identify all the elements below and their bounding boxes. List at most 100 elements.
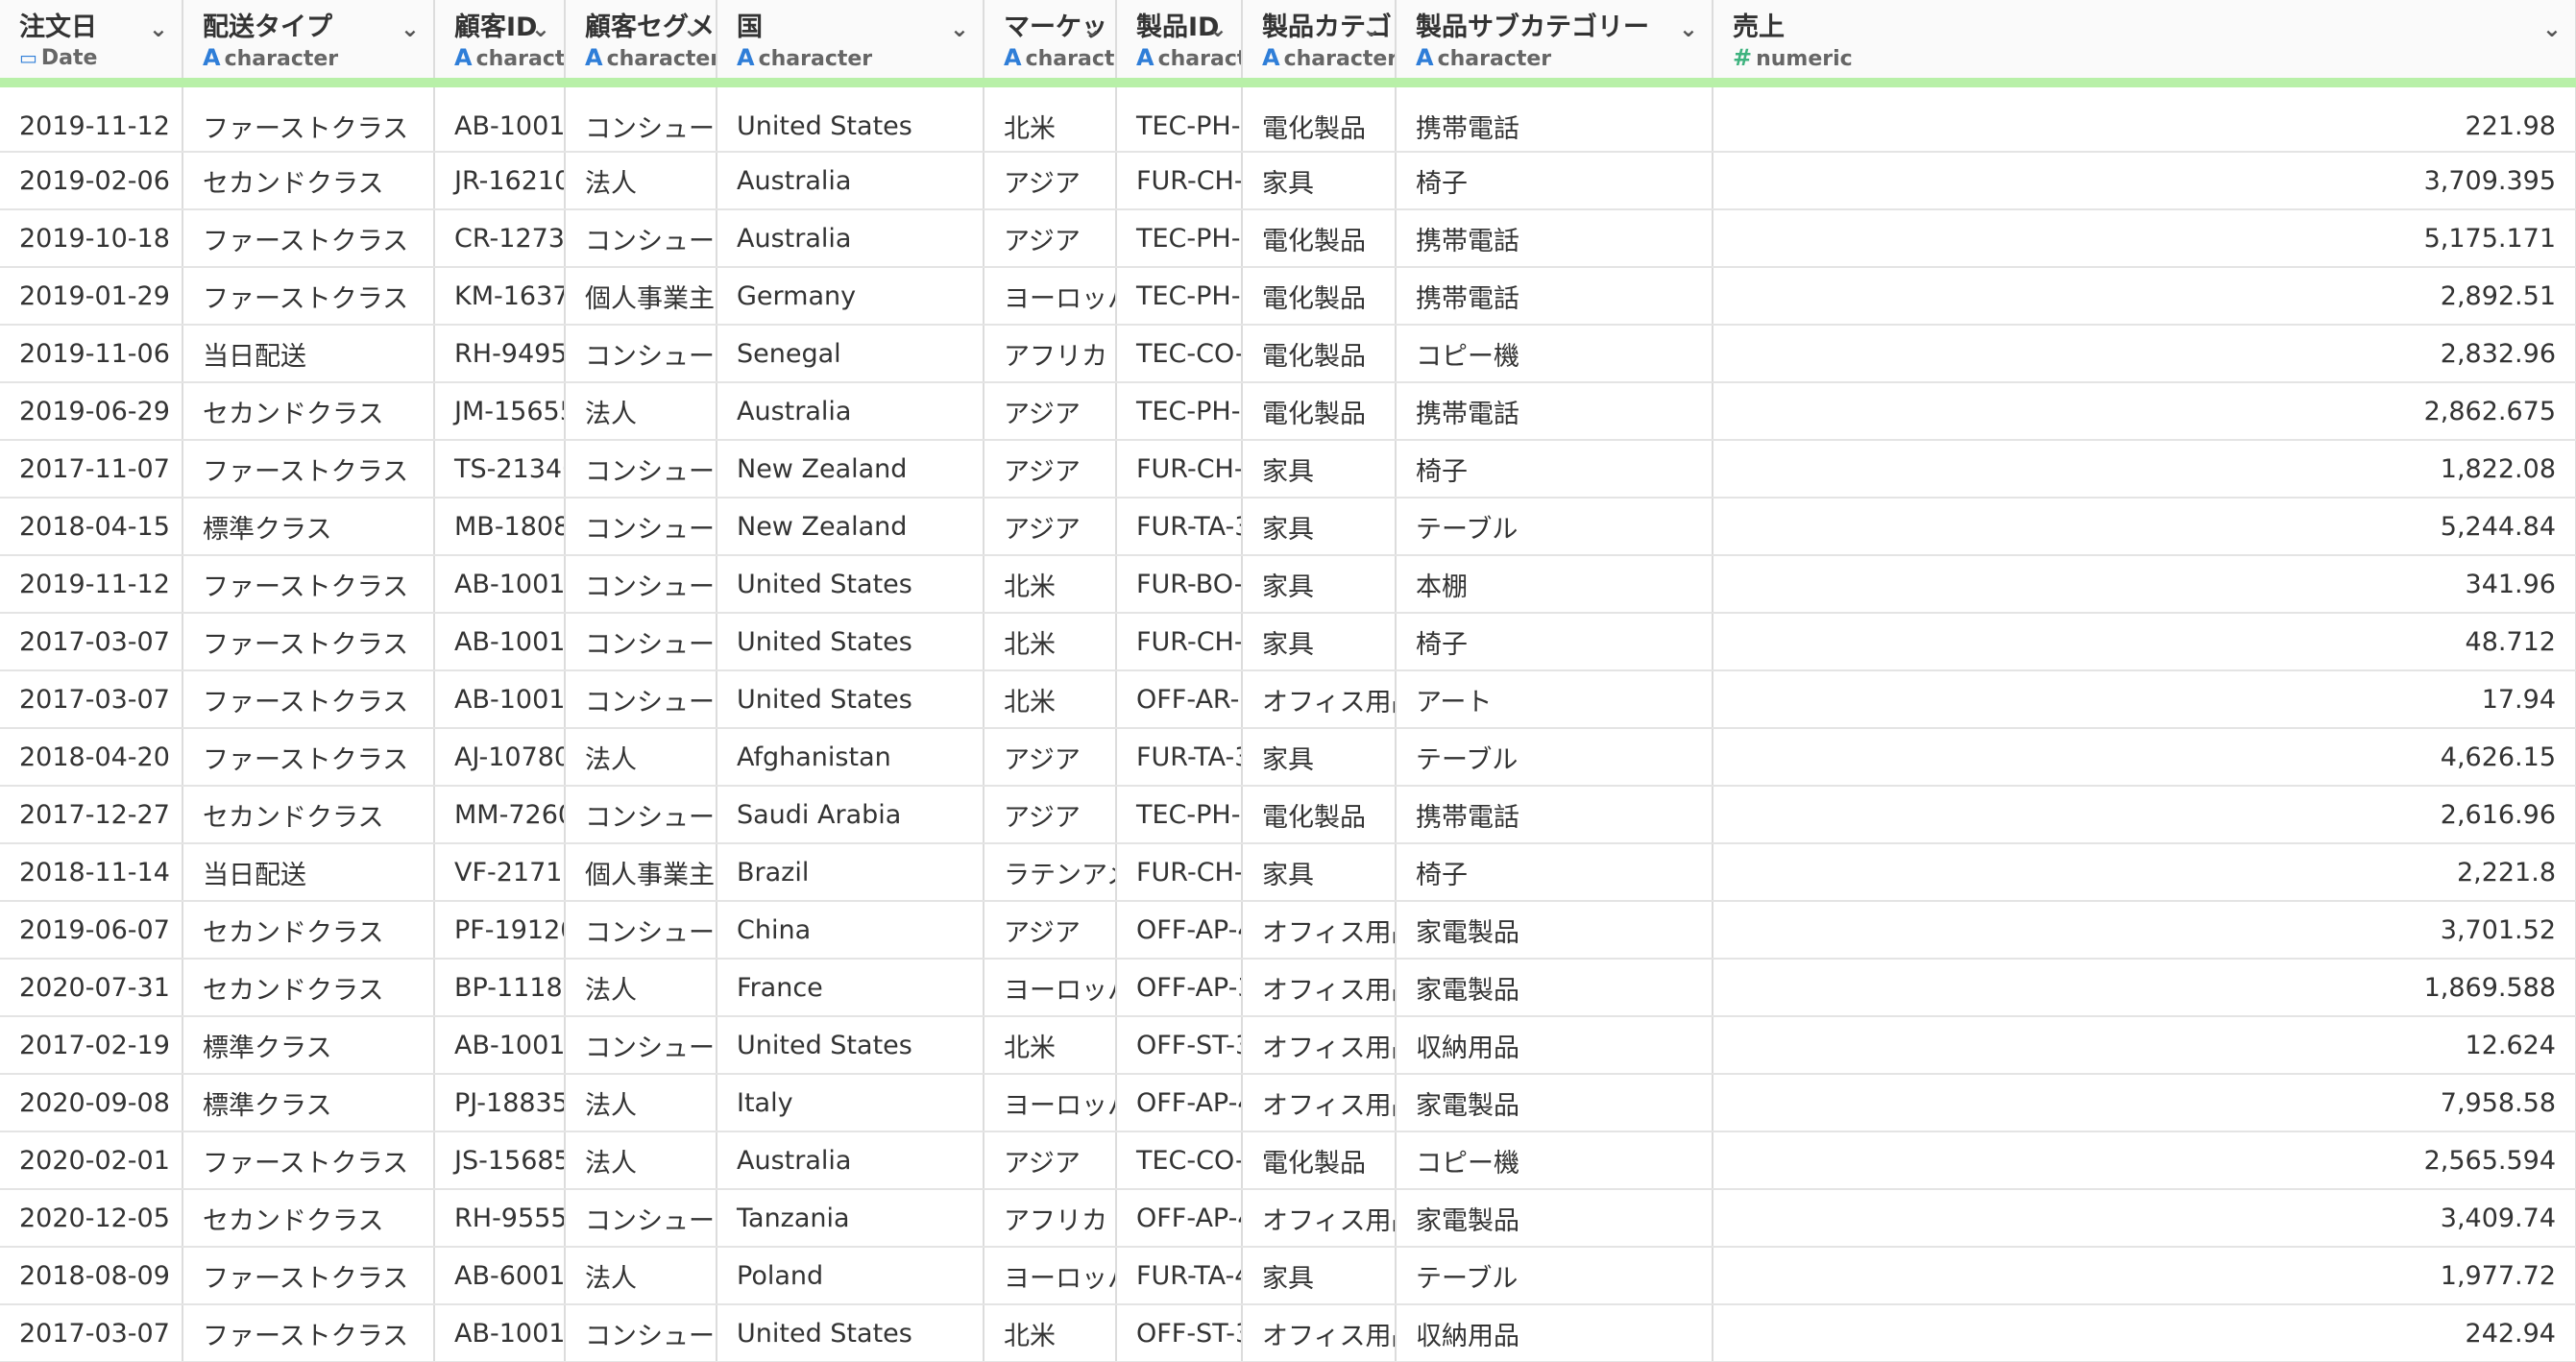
table-cell[interactable]: コンシューマー bbox=[565, 901, 717, 960]
table-cell[interactable]: 北米 bbox=[984, 613, 1117, 671]
table-row[interactable]: 2018-11-14当日配送VF-2171518個人事業主Brazilラテンアメ… bbox=[0, 843, 2576, 902]
table-cell[interactable]: AB-100151404 bbox=[434, 613, 566, 671]
table-cell[interactable]: OFF-AP-4743 bbox=[1116, 1074, 1243, 1132]
table-cell[interactable]: 家電製品 bbox=[1396, 959, 1713, 1017]
table-cell[interactable]: 2019-02-06 bbox=[0, 152, 183, 210]
table-cell[interactable]: China bbox=[717, 901, 984, 960]
chevron-down-icon[interactable]: ⌄ bbox=[1679, 15, 1698, 42]
table-cell[interactable]: FUR-CH-4530 bbox=[1116, 843, 1243, 902]
table-cell[interactable]: 電化製品 bbox=[1242, 325, 1397, 383]
table-cell[interactable]: 法人 bbox=[565, 1247, 717, 1305]
table-row[interactable]: 2019-11-06当日配送RH-9495111コンシューマーSenegalアフ… bbox=[0, 325, 2576, 383]
table-cell[interactable]: 電化製品 bbox=[1242, 1131, 1397, 1190]
table-cell[interactable]: ファーストクラス bbox=[182, 555, 435, 614]
table-cell[interactable]: 椅子 bbox=[1396, 440, 1713, 499]
column-header[interactable]: 顧客ID⌄Acharacter bbox=[434, 0, 566, 87]
table-cell[interactable]: 341.96 bbox=[1713, 555, 2576, 614]
table-cell[interactable]: 法人 bbox=[565, 1131, 717, 1190]
table-cell[interactable]: RH-9495111 bbox=[434, 325, 566, 383]
table-row[interactable]: 2019-11-12ファーストクラスAB-100151402コンシューマーUni… bbox=[0, 83, 2576, 153]
table-cell[interactable]: 椅子 bbox=[1396, 843, 1713, 902]
table-cell[interactable]: France bbox=[717, 959, 984, 1017]
table-cell[interactable]: 4,626.15 bbox=[1713, 728, 2576, 787]
column-header[interactable]: 製品カテゴリー⌄Acharacter bbox=[1242, 0, 1397, 87]
table-cell[interactable]: 2017-03-07 bbox=[0, 613, 183, 671]
table-cell[interactable]: アジア bbox=[984, 440, 1117, 499]
table-cell[interactable]: 48.712 bbox=[1713, 613, 2576, 671]
table-cell[interactable]: アジア bbox=[984, 1131, 1117, 1190]
table-cell[interactable]: 1,869.588 bbox=[1713, 959, 2576, 1017]
table-cell[interactable]: アジア bbox=[984, 786, 1117, 844]
table-cell[interactable]: 2018-08-09 bbox=[0, 1247, 183, 1305]
table-cell[interactable]: 2,832.96 bbox=[1713, 325, 2576, 383]
chevron-down-icon[interactable]: ⌄ bbox=[149, 15, 168, 42]
table-cell[interactable]: TEC-CO-3597 bbox=[1116, 1131, 1243, 1190]
table-cell[interactable]: ファーストクラス bbox=[182, 728, 435, 787]
table-cell[interactable]: United States bbox=[717, 670, 984, 729]
table-cell[interactable]: TEC-PH-5267 bbox=[1116, 267, 1243, 326]
table-cell[interactable]: 17.94 bbox=[1713, 670, 2576, 729]
table-cell[interactable]: 221.98 bbox=[1713, 83, 2576, 153]
table-row[interactable]: 2019-02-06セカンドクラスJR-162107法人Australiaアジア… bbox=[0, 152, 2576, 210]
table-cell[interactable]: ヨーロッパ bbox=[984, 959, 1117, 1017]
chevron-down-icon[interactable]: ⌄ bbox=[950, 15, 969, 42]
table-cell[interactable]: 1,977.72 bbox=[1713, 1247, 2576, 1305]
table-cell[interactable]: New Zealand bbox=[717, 440, 984, 499]
table-cell[interactable]: 2017-03-07 bbox=[0, 1304, 183, 1362]
table-cell[interactable]: AB-100151402 bbox=[434, 83, 566, 153]
table-cell[interactable]: オフィス用品 bbox=[1242, 1074, 1397, 1132]
table-row[interactable]: 2017-03-07ファーストクラスAB-100151404コンシューマーUni… bbox=[0, 1304, 2576, 1362]
table-cell[interactable]: 椅子 bbox=[1396, 152, 1713, 210]
table-cell[interactable]: 電化製品 bbox=[1242, 267, 1397, 326]
table-cell[interactable]: コンシューマー bbox=[565, 786, 717, 844]
table-cell[interactable]: JM-156557 bbox=[434, 382, 566, 441]
table-cell[interactable]: コピー機 bbox=[1396, 1131, 1713, 1190]
table-cell[interactable]: ファーストクラス bbox=[182, 1247, 435, 1305]
table-cell[interactable]: Saudi Arabia bbox=[717, 786, 984, 844]
table-cell[interactable]: セカンドクラス bbox=[182, 1189, 435, 1248]
table-cell[interactable]: FUR-BO-5957 bbox=[1116, 555, 1243, 614]
table-cell[interactable]: アフリカ bbox=[984, 1189, 1117, 1248]
table-cell[interactable]: 2018-04-20 bbox=[0, 728, 183, 787]
table-cell[interactable]: セカンドクラス bbox=[182, 152, 435, 210]
table-cell[interactable]: FUR-CH-5379 bbox=[1116, 152, 1243, 210]
table-cell[interactable]: コンシューマー bbox=[565, 498, 717, 556]
table-cell[interactable]: United States bbox=[717, 1304, 984, 1362]
table-cell[interactable]: JR-162107 bbox=[434, 152, 566, 210]
table-row[interactable]: 2019-06-29セカンドクラスJM-156557法人Australiaアジア… bbox=[0, 382, 2576, 441]
table-cell[interactable]: 2017-02-19 bbox=[0, 1016, 183, 1075]
table-cell[interactable]: 電化製品 bbox=[1242, 83, 1397, 153]
table-cell[interactable]: 携帯電話 bbox=[1396, 382, 1713, 441]
table-cell[interactable]: 2019-11-12 bbox=[0, 83, 183, 153]
table-cell[interactable]: 携帯電話 bbox=[1396, 786, 1713, 844]
chevron-down-icon[interactable]: ⌄ bbox=[1208, 15, 1227, 42]
table-cell[interactable]: MB-1808592 bbox=[434, 498, 566, 556]
table-row[interactable]: 2018-08-09ファーストクラスAB-600103法人Polandヨーロッパ… bbox=[0, 1247, 2576, 1305]
column-header[interactable]: 国 ⌄ Acharacter bbox=[717, 0, 984, 87]
table-cell[interactable]: 2020-12-05 bbox=[0, 1189, 183, 1248]
column-header[interactable]: 注文日 ⌄ ▭ Date bbox=[0, 0, 183, 87]
table-cell[interactable]: コンシューマー bbox=[565, 555, 717, 614]
table-cell[interactable]: 家具 bbox=[1242, 555, 1397, 614]
table-cell[interactable]: OFF-AP-3575 bbox=[1116, 959, 1243, 1017]
table-cell[interactable]: FUR-CH-5378 bbox=[1116, 440, 1243, 499]
table-cell[interactable]: 3,709.395 bbox=[1713, 152, 2576, 210]
table-cell[interactable]: コンシューマー bbox=[565, 440, 717, 499]
table-cell[interactable]: コンシューマー bbox=[565, 1189, 717, 1248]
column-header[interactable]: 顧客セグメント⌄Acharacter bbox=[565, 0, 717, 87]
table-cell[interactable]: 法人 bbox=[565, 728, 717, 787]
table-cell[interactable]: 2020-09-08 bbox=[0, 1074, 183, 1132]
table-cell[interactable]: ヨーロッパ bbox=[984, 1074, 1117, 1132]
table-cell[interactable]: コピー機 bbox=[1396, 325, 1713, 383]
table-cell[interactable]: 2020-07-31 bbox=[0, 959, 183, 1017]
table-cell[interactable]: AB-600103 bbox=[434, 1247, 566, 1305]
table-cell[interactable]: 2017-03-07 bbox=[0, 670, 183, 729]
table-cell[interactable]: アジア bbox=[984, 901, 1117, 960]
table-cell[interactable]: AB-100151402 bbox=[434, 555, 566, 614]
table-cell[interactable]: ファーストクラス bbox=[182, 1304, 435, 1362]
table-cell[interactable]: 家具 bbox=[1242, 843, 1397, 902]
table-cell[interactable]: Poland bbox=[717, 1247, 984, 1305]
table-cell[interactable]: テーブル bbox=[1396, 1247, 1713, 1305]
table-cell[interactable]: コンシューマー bbox=[565, 670, 717, 729]
table-cell[interactable]: 家電製品 bbox=[1396, 901, 1713, 960]
